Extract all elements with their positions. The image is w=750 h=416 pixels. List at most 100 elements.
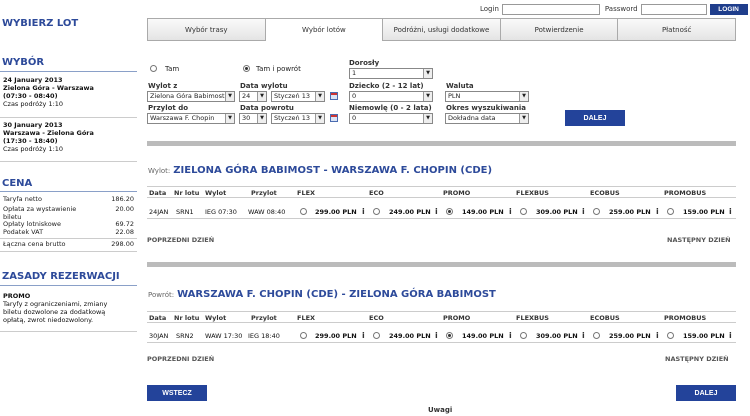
outbound-table-header: Data Nr lotu Wylot Przylot FLEX ECO PROM… bbox=[147, 186, 736, 198]
info-icon[interactable]: i bbox=[582, 207, 585, 216]
tab-payment[interactable]: Płatność bbox=[617, 18, 736, 41]
fare-radio-flex[interactable] bbox=[300, 208, 307, 215]
wizard-tabs: Wybór trasy Wybór lotów Podróżni, usługi… bbox=[147, 18, 736, 41]
currency-select[interactable]: PLN ▼ bbox=[445, 91, 529, 102]
from-select[interactable]: Zielona Góra Babimost ▼ bbox=[147, 91, 235, 102]
info-icon[interactable]: i bbox=[509, 207, 512, 216]
next-button[interactable]: DALEJ bbox=[676, 385, 736, 401]
infant-select[interactable]: 0 ▼ bbox=[349, 113, 433, 124]
info-icon[interactable]: i bbox=[656, 331, 659, 340]
login-bar: Login Password LOGIN bbox=[480, 3, 750, 15]
fare-radio-flexbus[interactable] bbox=[520, 332, 527, 339]
to-select[interactable]: Warszawa F. Chopin ▼ bbox=[147, 113, 235, 124]
chevron-down-icon: ▼ bbox=[257, 114, 266, 123]
info-icon[interactable]: i bbox=[729, 207, 732, 216]
price-row: Podatek VAT 22.08 bbox=[3, 228, 134, 236]
info-icon[interactable]: i bbox=[435, 331, 438, 340]
booking-rules-title: ZASADY REZERWACJI bbox=[2, 271, 120, 282]
fare-radio-flexbus[interactable] bbox=[520, 208, 527, 215]
sidebar: WYBIERZ LOT WYBÓR 24 January 2013 Zielon… bbox=[0, 0, 137, 416]
info-icon[interactable]: i bbox=[729, 331, 732, 340]
adults-select[interactable]: 1 ▼ bbox=[349, 68, 433, 79]
divider bbox=[147, 141, 736, 146]
chevron-down-icon: ▼ bbox=[519, 92, 528, 101]
chevron-down-icon: ▼ bbox=[315, 114, 324, 123]
selected-flight-inbound: 30 January 2013 Warszawa - Zielona Góra … bbox=[3, 121, 94, 153]
chevron-down-icon: ▼ bbox=[519, 114, 528, 123]
inbound-table-header: Data Nr lotu Wylot Przylot FLEX ECO PROM… bbox=[147, 311, 736, 323]
calendar-icon[interactable] bbox=[330, 92, 338, 100]
total-price-row: Łączna cena brutto 298.00 bbox=[3, 240, 134, 248]
oneway-label: Tam bbox=[165, 65, 180, 73]
roundtrip-radio[interactable] bbox=[243, 65, 250, 72]
fare-radio-eco[interactable] bbox=[373, 208, 380, 215]
fare-radio-ecobus[interactable] bbox=[593, 332, 600, 339]
fare-radio-promobus[interactable] bbox=[667, 208, 674, 215]
price-row: Opłata za wystawienie 20.00 bbox=[3, 205, 134, 213]
adults-label: Dorosły bbox=[349, 59, 380, 67]
info-icon[interactable]: i bbox=[582, 331, 585, 340]
tab-passengers[interactable]: Podróżni, usługi dodatkowe bbox=[382, 18, 500, 41]
infant-label: Niemowlę (0 - 2 lata) bbox=[349, 104, 432, 112]
from-label: Wylot z bbox=[148, 82, 178, 90]
next-day-link[interactable]: NASTĘPNY DZIEŃ bbox=[665, 355, 729, 363]
choice-title: WYBÓR bbox=[2, 57, 45, 68]
price-row: Taryfa netto 186.20 bbox=[3, 195, 134, 203]
booking-rules-text: PROMO Taryfy z ograniczeniami, zmiany bi… bbox=[3, 292, 108, 324]
info-icon[interactable]: i bbox=[362, 207, 365, 216]
info-icon[interactable]: i bbox=[509, 331, 512, 340]
login-label: Login bbox=[480, 5, 499, 13]
roundtrip-label: Tam i powrót bbox=[256, 65, 301, 73]
child-select[interactable]: 0 ▼ bbox=[349, 91, 433, 102]
return-day-select[interactable]: 30 ▼ bbox=[239, 113, 267, 124]
info-icon[interactable]: i bbox=[656, 207, 659, 216]
next-day-link[interactable]: NASTĘPNY DZIEŃ bbox=[667, 236, 731, 244]
chevron-down-icon: ▼ bbox=[423, 92, 432, 101]
chevron-down-icon: ▼ bbox=[225, 92, 234, 101]
table-row: 30JAN SRN2 WAW 17:30 IEG 18:40 299.00 PL… bbox=[147, 329, 736, 343]
return-month-select[interactable]: Styczeń 13 ▼ bbox=[271, 113, 325, 124]
price-title: CENA bbox=[2, 178, 33, 189]
info-icon[interactable]: i bbox=[435, 207, 438, 216]
notes-heading: Uwagi bbox=[428, 406, 453, 414]
fare-radio-promobus[interactable] bbox=[667, 332, 674, 339]
departure-day-select[interactable]: 24 ▼ bbox=[239, 91, 267, 102]
chevron-down-icon: ▼ bbox=[423, 114, 432, 123]
fare-radio-ecobus[interactable] bbox=[593, 208, 600, 215]
fare-radio-promo[interactable] bbox=[446, 208, 453, 215]
search-next-button[interactable]: DALEJ bbox=[565, 110, 625, 126]
to-label: Przylot do bbox=[148, 104, 189, 112]
previous-day-link[interactable]: POPRZEDNI DZIEŃ bbox=[147, 236, 214, 244]
tab-flights[interactable]: Wybór lotów bbox=[264, 18, 383, 41]
outbound-route: Wylot: ZIELONA GÓRA BABIMOST - WARSZAWA F… bbox=[148, 165, 493, 176]
tab-confirmation[interactable]: Potwierdzenie bbox=[499, 18, 618, 41]
previous-day-link[interactable]: POPRZEDNI DZIEŃ bbox=[147, 355, 214, 363]
back-button[interactable]: WSTECZ bbox=[147, 385, 207, 401]
return-date-label: Data powrotu bbox=[240, 104, 294, 112]
fare-radio-flex[interactable] bbox=[300, 332, 307, 339]
table-row: 24JAN SRN1 IEG 07:30 WAW 08:40 299.00 PL… bbox=[147, 205, 736, 219]
fare-radio-promo[interactable] bbox=[446, 332, 453, 339]
login-input[interactable] bbox=[501, 3, 600, 15]
info-icon[interactable]: i bbox=[362, 331, 365, 340]
currency-label: Waluta bbox=[446, 82, 474, 90]
chevron-down-icon: ▼ bbox=[257, 92, 266, 101]
oneway-radio[interactable] bbox=[150, 65, 157, 72]
chevron-down-icon: ▼ bbox=[225, 114, 234, 123]
divider bbox=[147, 262, 736, 267]
selected-flight-outbound: 24 January 2013 Zielona Góra - Warszawa … bbox=[3, 76, 94, 108]
calendar-icon[interactable] bbox=[330, 114, 338, 122]
inbound-route: Powrót: WARSZAWA F. CHOPIN (CDE) - ZIELON… bbox=[148, 289, 496, 300]
login-button[interactable]: LOGIN bbox=[709, 3, 748, 15]
chevron-down-icon: ▼ bbox=[315, 92, 324, 101]
search-period-select[interactable]: Dokładna data ▼ bbox=[445, 113, 529, 124]
chevron-down-icon: ▼ bbox=[423, 69, 432, 78]
password-input[interactable] bbox=[640, 3, 707, 15]
fare-radio-eco[interactable] bbox=[373, 332, 380, 339]
tab-route[interactable]: Wybór trasy bbox=[147, 18, 265, 41]
departure-month-select[interactable]: Styczeń 13 ▼ bbox=[271, 91, 325, 102]
select-flight-title: WYBIERZ LOT bbox=[2, 18, 79, 29]
password-label: Password bbox=[604, 5, 638, 13]
search-period-label: Okres wyszukiwania bbox=[446, 104, 527, 112]
child-label: Dziecko (2 - 12 lat) bbox=[349, 82, 424, 90]
